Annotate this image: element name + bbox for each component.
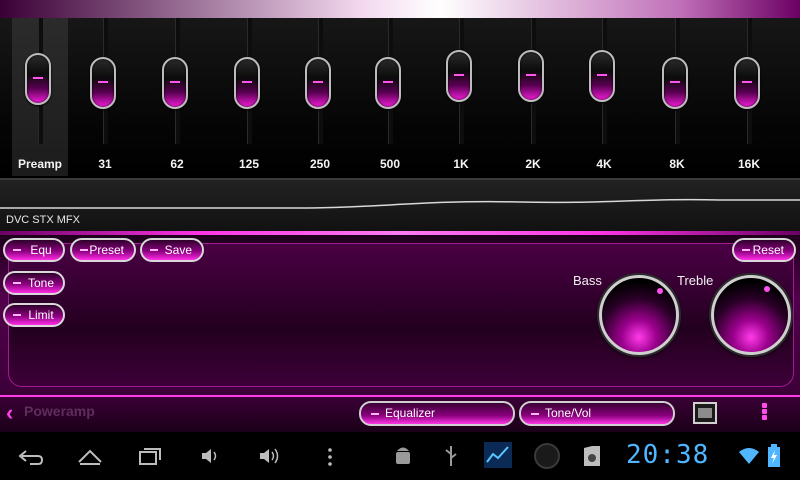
folder-icon <box>698 408 712 418</box>
overflow-menu-icon[interactable] <box>760 402 768 426</box>
eq-band-label: Preamp <box>17 157 63 171</box>
eq-band-8k[interactable]: 8K <box>649 18 705 176</box>
limit-toggle-button[interactable]: Limit <box>3 303 65 327</box>
treble-label: Treble <box>677 273 714 288</box>
knob-grip-icon <box>98 81 108 83</box>
folder-button[interactable] <box>693 402 717 424</box>
toggle-indicator-icon <box>742 249 750 251</box>
stocks-app-icon <box>484 442 512 468</box>
bottom-tab-bar: ‹ Poweramp Equalizer Tone/Vol <box>0 395 800 432</box>
compass-icon <box>534 443 560 469</box>
volume-down-icon[interactable] <box>200 447 220 465</box>
toggle-indicator-icon <box>150 249 158 251</box>
usb-icon <box>445 446 457 466</box>
toggle-indicator-icon <box>531 413 539 415</box>
slider-knob[interactable] <box>518 49 544 102</box>
slider-knob[interactable] <box>162 57 188 109</box>
system-nav-bar: 20:38 <box>0 432 800 480</box>
eq-band-label: 16K <box>737 157 760 171</box>
slider-knob[interactable] <box>234 57 260 109</box>
eq-band-31[interactable]: 31 <box>77 18 133 176</box>
eq-band-label: 125 <box>238 157 260 171</box>
eq-band-125[interactable]: 125 <box>221 18 277 176</box>
preset-label: Preset <box>89 243 124 257</box>
slider-knob[interactable] <box>305 57 331 109</box>
knob-grip-icon <box>33 77 43 80</box>
app-title-ghost: Poweramp <box>24 403 95 419</box>
bass-knob[interactable] <box>599 275 679 355</box>
slider-knob[interactable] <box>90 57 116 109</box>
back-icon[interactable] <box>16 446 44 466</box>
slider-knob[interactable] <box>589 49 615 102</box>
knob-grip-icon <box>454 73 464 76</box>
menu-icon[interactable] <box>326 447 334 467</box>
eq-band-label: 500 <box>379 157 401 171</box>
tab-equalizer-label: Equalizer <box>385 406 436 420</box>
eq-band-label: 1K <box>453 157 469 171</box>
knob-indicator-icon <box>657 288 663 294</box>
eq-band-16k[interactable]: 16K <box>721 18 777 176</box>
tab-tone-vol[interactable]: Tone/Vol <box>519 401 675 426</box>
equ-toggle-button[interactable]: Equ <box>3 238 65 262</box>
toggle-indicator-icon <box>371 413 379 415</box>
knob-grip-icon <box>526 73 536 76</box>
eq-band-label: 8K <box>669 157 685 171</box>
toggle-indicator-icon <box>80 249 88 251</box>
control-area: Equ Tone Limit Preset Save Reset Bass Tr… <box>0 235 800 395</box>
save-label: Save <box>164 243 192 257</box>
reset-button[interactable]: Reset <box>732 238 796 262</box>
eq-band-250[interactable]: 250 <box>292 18 348 176</box>
tone-label: Tone <box>27 276 55 290</box>
slider-knob[interactable] <box>25 53 51 106</box>
limit-label: Limit <box>28 308 54 322</box>
eq-curve-display: DVC STX MFX <box>0 178 800 233</box>
back-chevron-icon[interactable]: ‹ <box>6 400 13 426</box>
wifi-icon <box>739 448 759 464</box>
slider-knob[interactable] <box>446 49 472 102</box>
eq-curve-line <box>0 198 800 209</box>
status-clock: 20:38 <box>626 440 710 470</box>
knob-grip-icon <box>670 81 680 83</box>
equ-label: Equ <box>30 243 52 257</box>
tone-toggle-button[interactable]: Tone <box>3 271 65 295</box>
tab-equalizer[interactable]: Equalizer <box>359 401 515 426</box>
knob-grip-icon <box>313 81 323 83</box>
top-gloss-bar <box>0 0 800 18</box>
eq-curve <box>0 198 800 209</box>
dvc-stx-mfx-label: DVC STX MFX <box>6 214 80 226</box>
reset-label: Reset <box>752 243 784 257</box>
bass-label: Bass <box>573 273 602 288</box>
tab-tone-vol-label: Tone/Vol <box>545 406 592 420</box>
knob-grip-icon <box>597 73 607 76</box>
eq-band-1k[interactable]: 1K <box>433 18 489 176</box>
preset-button[interactable]: Preset <box>70 238 136 262</box>
android-debug-icon <box>396 447 410 464</box>
eq-band-label: 2K <box>525 157 541 171</box>
eq-band-preamp[interactable]: Preamp <box>12 18 68 176</box>
sd-card-icon <box>584 446 600 466</box>
eq-band-label: 31 <box>98 157 112 171</box>
equalizer-panel: Preamp 31 62 125 250 500 1K 2K 4K 8K 16K <box>0 0 800 178</box>
knob-grip-icon <box>170 81 180 83</box>
knob-grip-icon <box>242 81 252 83</box>
recent-apps-icon[interactable] <box>138 446 164 466</box>
knob-grip-icon <box>383 81 393 83</box>
save-button[interactable]: Save <box>140 238 204 262</box>
home-icon[interactable] <box>76 446 104 466</box>
volume-up-icon[interactable] <box>258 447 282 465</box>
eq-band-label: 250 <box>309 157 331 171</box>
knob-grip-icon <box>742 81 752 83</box>
eq-band-4k[interactable]: 4K <box>576 18 632 176</box>
slider-knob[interactable] <box>662 57 688 109</box>
knob-indicator-icon <box>764 286 770 292</box>
treble-knob[interactable] <box>711 275 791 355</box>
eq-band-62[interactable]: 62 <box>149 18 205 176</box>
battery-charging-icon <box>768 444 780 467</box>
eq-band-label: 4K <box>596 157 612 171</box>
eq-band-2k[interactable]: 2K <box>505 18 561 176</box>
eq-band-500[interactable]: 500 <box>362 18 418 176</box>
slider-knob[interactable] <box>734 57 760 109</box>
eq-band-label: 62 <box>170 157 184 171</box>
slider-knob[interactable] <box>375 57 401 109</box>
